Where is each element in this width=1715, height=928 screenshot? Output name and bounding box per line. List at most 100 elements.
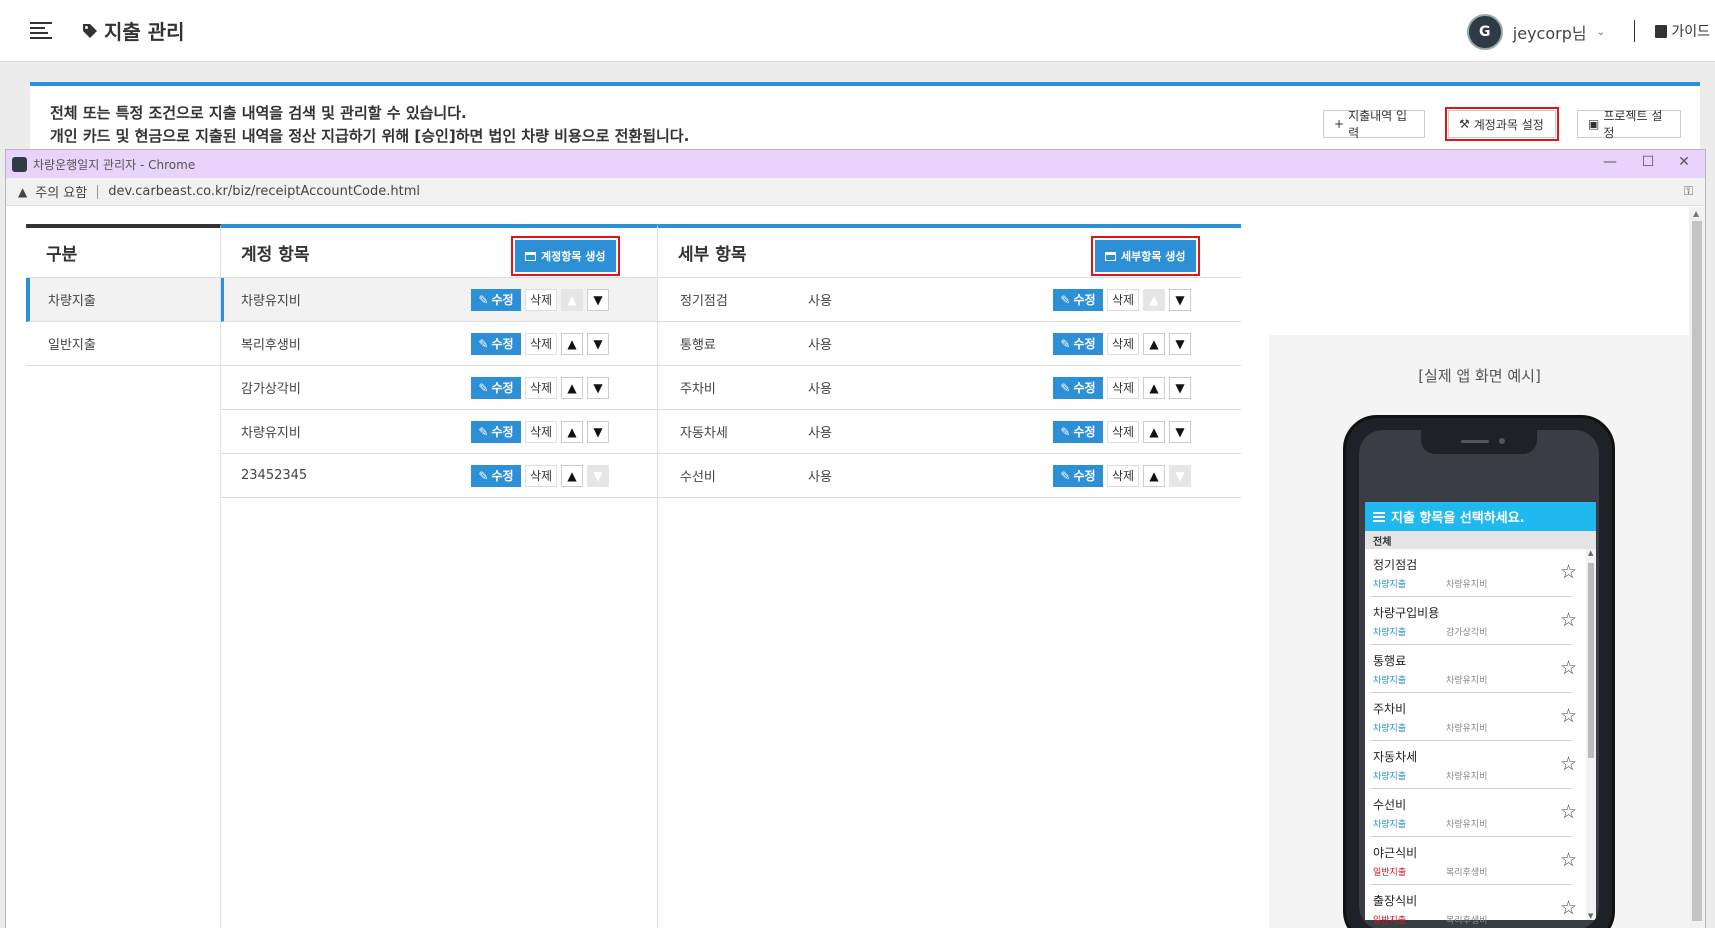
- star-icon[interactable]: ☆: [1560, 753, 1577, 775]
- account-row[interactable]: 감가상각비 ✎ 수정 삭제 ▲ ▼: [221, 366, 657, 410]
- delete-button[interactable]: 삭제: [525, 288, 557, 311]
- app-list-item[interactable]: 차량구입비용 차량지출 감가상각비 ☆: [1371, 597, 1577, 645]
- move-down-button[interactable]: ▼: [1169, 376, 1191, 399]
- app-list-item[interactable]: 야근식비 일반지출 복리후생비 ☆: [1371, 837, 1577, 885]
- move-down-button[interactable]: ▼: [1169, 420, 1191, 443]
- minimize-icon[interactable]: —: [1595, 154, 1625, 170]
- edit-button[interactable]: ✎ 수정: [471, 332, 521, 355]
- edit-button[interactable]: ✎ 수정: [1053, 376, 1103, 399]
- move-down-button[interactable]: ▼: [587, 376, 609, 399]
- delete-button[interactable]: 삭제: [1107, 420, 1139, 443]
- move-down-button[interactable]: ▼: [587, 288, 609, 311]
- close-icon[interactable]: ✕: [1669, 154, 1699, 170]
- move-up-button[interactable]: ▲: [561, 464, 583, 487]
- delete-button[interactable]: 삭제: [1107, 464, 1139, 487]
- delete-button[interactable]: 삭제: [525, 376, 557, 399]
- app-list-item[interactable]: 수선비 차량지출 차량유지비 ☆: [1371, 789, 1577, 837]
- move-up-button[interactable]: ▲: [1143, 464, 1165, 487]
- warning-icon: ▲: [18, 184, 28, 199]
- guide-link[interactable]: 가이드: [1655, 21, 1710, 41]
- category-label: 일반지출: [48, 338, 96, 353]
- app-list-item[interactable]: 주차비 차량지출 차량유지비 ☆: [1371, 693, 1577, 741]
- app-list-item[interactable]: 출장식비 일반지출 복리후생비 ☆: [1371, 885, 1577, 928]
- app-list-item[interactable]: 통행료 차량지출 차량유지비 ☆: [1371, 645, 1577, 693]
- detail-header: 세부 항목 세부항목 생성: [658, 228, 1241, 278]
- star-icon[interactable]: ☆: [1560, 705, 1577, 727]
- move-up-button[interactable]: ▲: [561, 332, 583, 355]
- move-down-button[interactable]: ▼: [1169, 288, 1191, 311]
- create-detail-button[interactable]: 세부항목 생성: [1091, 236, 1200, 276]
- delete-button[interactable]: 삭제: [1107, 332, 1139, 355]
- scroll-up-icon[interactable]: ▲: [1693, 209, 1699, 218]
- move-up-button[interactable]: ▲: [1143, 332, 1165, 355]
- star-icon[interactable]: ☆: [1560, 657, 1577, 679]
- detail-row[interactable]: 통행료 사용 ✎ 수정 삭제 ▲ ▼: [658, 322, 1241, 366]
- url-text[interactable]: dev.carbeast.co.kr/biz/receiptAccountCod…: [108, 184, 420, 199]
- delete-button[interactable]: 삭제: [525, 420, 557, 443]
- category-item[interactable]: 일반지출: [26, 322, 220, 366]
- detail-row[interactable]: 정기점검 사용 ✎ 수정 삭제 ▲ ▼: [658, 278, 1241, 322]
- edit-button[interactable]: ✎ 수정: [471, 376, 521, 399]
- add-expense-button[interactable]: + 지출내역 입력: [1323, 109, 1425, 140]
- edit-button[interactable]: ✎ 수정: [471, 288, 521, 311]
- app-filter-all[interactable]: 전체: [1365, 531, 1596, 549]
- delete-button[interactable]: 삭제: [525, 464, 557, 487]
- page-scrollbar[interactable]: ▲: [1689, 207, 1705, 928]
- account-settings-button[interactable]: ⚒ 계정과목 설정: [1445, 107, 1559, 141]
- edit-button[interactable]: ✎ 수정: [1053, 288, 1103, 311]
- move-down-button[interactable]: ▼: [587, 464, 609, 487]
- scroll-down-icon[interactable]: ▼: [1588, 912, 1593, 920]
- move-down-button[interactable]: ▼: [1169, 332, 1191, 355]
- security-status[interactable]: 주의 요함: [35, 182, 87, 201]
- move-up-button[interactable]: ▲: [561, 420, 583, 443]
- move-up-button[interactable]: ▲: [561, 288, 583, 311]
- edit-button[interactable]: ✎ 수정: [471, 464, 521, 487]
- move-up-button[interactable]: ▲: [1143, 288, 1165, 311]
- detail-row[interactable]: 자동차세 사용 ✎ 수정 삭제 ▲ ▼: [658, 410, 1241, 454]
- app-item-account: 차량유지비: [1446, 772, 1488, 782]
- delete-button[interactable]: 삭제: [525, 332, 557, 355]
- edit-button[interactable]: ✎ 수정: [1053, 464, 1103, 487]
- edit-button[interactable]: ✎ 수정: [1053, 332, 1103, 355]
- page-title-text: 지출 관리: [104, 20, 185, 44]
- star-icon[interactable]: ☆: [1560, 561, 1577, 583]
- delete-button[interactable]: 삭제: [1107, 376, 1139, 399]
- move-up-button[interactable]: ▲: [561, 376, 583, 399]
- move-down-button[interactable]: ▼: [587, 332, 609, 355]
- app-scrollbar[interactable]: ▲ ▼: [1586, 549, 1596, 920]
- account-row[interactable]: 차량유지비 ✎ 수정 삭제 ▲ ▼: [221, 278, 657, 322]
- create-account-button[interactable]: 계정항목 생성: [511, 236, 620, 276]
- move-down-button[interactable]: ▼: [1169, 464, 1191, 487]
- star-icon[interactable]: ☆: [1560, 609, 1577, 631]
- address-bar[interactable]: ▲ 주의 요함 dev.carbeast.co.kr/biz/receiptAc…: [6, 178, 1705, 206]
- detail-row[interactable]: 주차비 사용 ✎ 수정 삭제 ▲ ▼: [658, 366, 1241, 410]
- star-icon[interactable]: ☆: [1560, 897, 1577, 919]
- account-row[interactable]: 차량유지비 ✎ 수정 삭제 ▲ ▼: [221, 410, 657, 454]
- project-settings-button[interactable]: ▣ 프로젝트 설정: [1577, 109, 1681, 140]
- popup-titlebar: 차량운행일지 관리자 - Chrome — ☐ ✕: [6, 150, 1705, 178]
- account-name: 23452345: [241, 468, 308, 483]
- account-row[interactable]: 23452345 ✎ 수정 삭제 ▲ ▼: [221, 454, 657, 498]
- delete-button[interactable]: 삭제: [1107, 288, 1139, 311]
- detail-use-status: 사용: [808, 426, 832, 441]
- account-row[interactable]: 복리후생비 ✎ 수정 삭제 ▲ ▼: [221, 322, 657, 366]
- detail-name: 정기점검: [680, 294, 728, 309]
- category-item[interactable]: 차량지출: [26, 278, 220, 322]
- scroll-up-icon[interactable]: ▲: [1588, 549, 1593, 557]
- edit-label: 수정: [491, 381, 514, 395]
- star-icon[interactable]: ☆: [1560, 849, 1577, 871]
- edit-button[interactable]: ✎ 수정: [471, 420, 521, 443]
- move-up-button[interactable]: ▲: [1143, 420, 1165, 443]
- app-list-item[interactable]: 정기점검 차량지출 차량유지비 ☆: [1371, 549, 1577, 597]
- menu-icon[interactable]: [30, 22, 52, 40]
- edit-button[interactable]: ✎ 수정: [1053, 420, 1103, 443]
- star-icon[interactable]: ☆: [1560, 801, 1577, 823]
- user-menu[interactable]: G jeycorp님 ⌄: [1466, 14, 1605, 50]
- move-down-button[interactable]: ▼: [587, 420, 609, 443]
- plus-icon: +: [1334, 117, 1345, 131]
- move-up-button[interactable]: ▲: [1143, 376, 1165, 399]
- app-list-item[interactable]: 자동차세 차량지출 차량유지비 ☆: [1371, 741, 1577, 789]
- key-icon[interactable]: ⚿: [1684, 184, 1693, 199]
- maximize-icon[interactable]: ☐: [1633, 154, 1663, 170]
- detail-row[interactable]: 수선비 사용 ✎ 수정 삭제 ▲ ▼: [658, 454, 1241, 498]
